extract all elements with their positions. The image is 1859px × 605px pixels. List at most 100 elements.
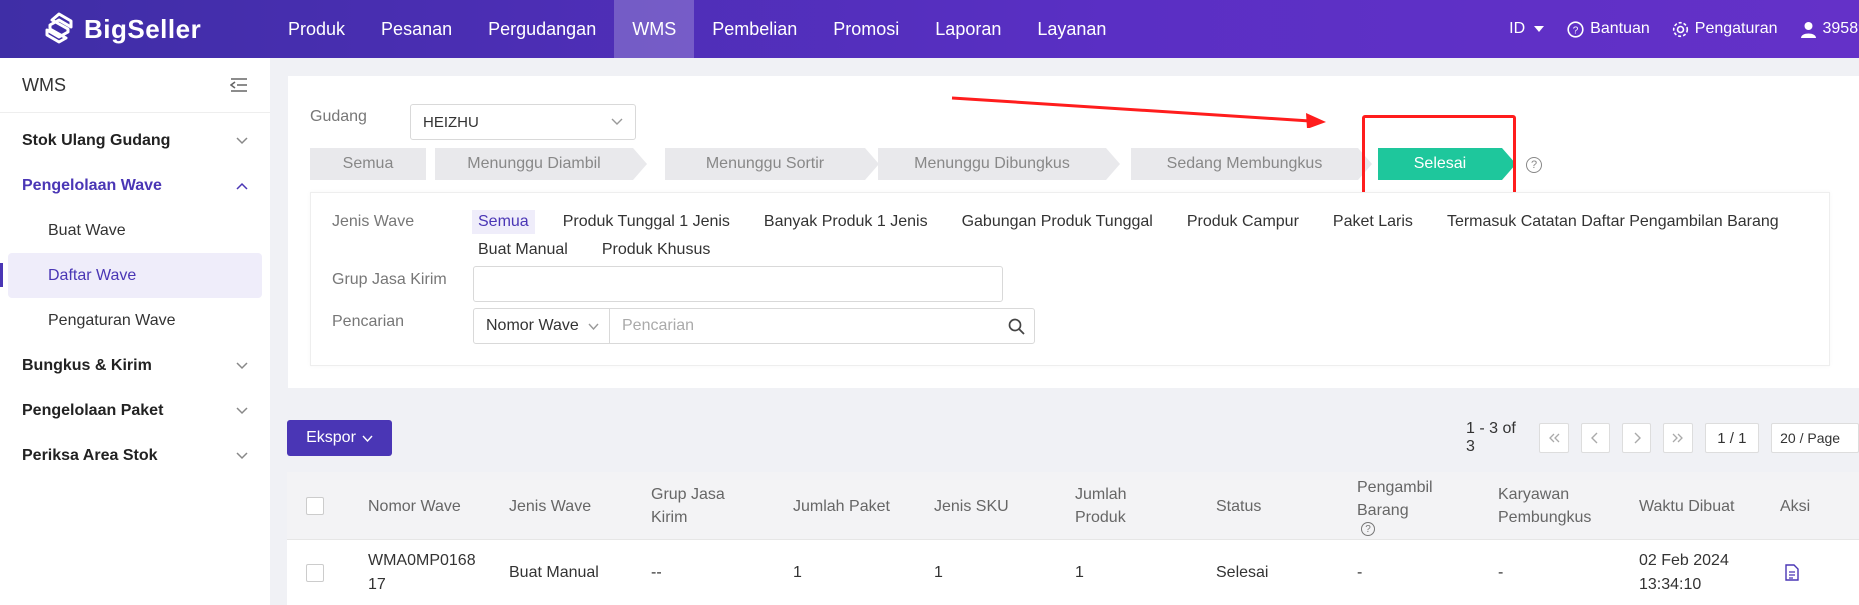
- collapse-menu-icon[interactable]: [230, 77, 248, 93]
- cell-karyawan-pembungkus: -: [1498, 563, 1504, 581]
- chevron-up-icon: [236, 182, 248, 190]
- page-size-value: 20 / Page: [1780, 430, 1841, 446]
- wave-type-semua[interactable]: Semua: [472, 210, 535, 234]
- wave-type-buat-manual[interactable]: Buat Manual: [472, 238, 574, 262]
- cell-nomor-wave[interactable]: WMA0MP016817: [368, 540, 483, 605]
- document-icon[interactable]: [1785, 564, 1799, 581]
- sidebar-item-buat-wave[interactable]: Buat Wave: [8, 208, 262, 253]
- bigseller-logo[interactable]: BigSeller: [44, 12, 264, 46]
- step-menunggu-sortir[interactable]: Menunggu Sortir: [665, 148, 879, 180]
- gear-icon: [1672, 21, 1688, 37]
- wave-type-produk-tunggal-1-jenis[interactable]: Produk Tunggal 1 Jenis: [557, 210, 736, 234]
- red-arrow-annotation: [951, 96, 1326, 128]
- help-icon[interactable]: ?: [1361, 522, 1375, 536]
- wave-table: Nomor Wave Jenis Wave Grup Jasa Kirim Ju…: [287, 472, 1859, 605]
- jenis-wave-label: Jenis Wave: [332, 213, 415, 230]
- search-icon: [1008, 318, 1025, 335]
- header-karyawan-pembungkus: Karyawan Pembungkus: [1498, 486, 1592, 526]
- help-link[interactable]: ? Bantuan: [1567, 20, 1650, 38]
- header-pengambil-barang-label: Pengambil Barang: [1357, 479, 1433, 519]
- nav-pesanan[interactable]: Pesanan: [363, 0, 470, 58]
- sidebar-item-stok-ulang-gudang[interactable]: Stok Ulang Gudang: [0, 118, 270, 163]
- nav-layanan[interactable]: Layanan: [1019, 0, 1124, 58]
- header-waktu-dibuat[interactable]: Waktu Dibuat: [1639, 472, 1749, 540]
- nav-pembelian[interactable]: Pembelian: [694, 0, 815, 58]
- nav-pergudangan[interactable]: Pergudangan: [470, 0, 614, 58]
- wave-type-termasuk-catatan[interactable]: Termasuk Catatan Daftar Pengambilan Bara…: [1441, 210, 1785, 234]
- wave-type-produk-khusus[interactable]: Produk Khusus: [596, 238, 717, 262]
- gudang-select[interactable]: HEIZHU: [410, 104, 636, 140]
- wave-type-gabungan-produk-tunggal[interactable]: Gabungan Produk Tunggal: [956, 210, 1159, 234]
- top-right-tools: ID ? Bantuan Pengaturan 39589: [1487, 0, 1859, 58]
- page-number-input[interactable]: 1 / 1: [1704, 423, 1760, 453]
- cell-jumlah-paket: 1: [793, 563, 802, 581]
- header-jumlah-produk[interactable]: Jumlah Produk: [1075, 472, 1165, 540]
- row-select-cell: [306, 540, 324, 605]
- select-all-cell: [306, 472, 324, 540]
- user-id: 39589: [1822, 20, 1859, 37]
- sidebar-item-pengelolaan-paket[interactable]: Pengelolaan Paket: [0, 388, 270, 433]
- row-checkbox[interactable]: [306, 563, 324, 582]
- wave-type-paket-laris[interactable]: Paket Laris: [1327, 210, 1419, 234]
- last-page-button[interactable]: [1663, 423, 1693, 453]
- step-label: Menunggu Diambil: [467, 155, 601, 172]
- cell-pengambil-barang: -: [1357, 563, 1363, 581]
- step-menunggu-diambil[interactable]: Menunggu Diambil: [435, 148, 647, 180]
- export-button[interactable]: Ekspor: [287, 420, 392, 456]
- cell-status: Selesai: [1216, 563, 1269, 581]
- page-size-select[interactable]: 20 / Page: [1771, 423, 1859, 453]
- chevron-down-icon: [611, 118, 623, 125]
- header-nomor-wave[interactable]: Nomor Wave: [368, 472, 478, 540]
- step-label: Semua: [342, 155, 394, 172]
- header-jumlah-paket[interactable]: Jumlah Paket: [793, 472, 903, 540]
- step-menunggu-dibungkus[interactable]: Menunggu Dibungkus: [878, 148, 1120, 180]
- header-grup-jasa-kirim: Grup Jasa Kirim: [651, 486, 725, 526]
- jenis-wave-options: Semua Produk Tunggal 1 Jenis Banyak Prod…: [472, 210, 1852, 262]
- search-field-select[interactable]: Nomor Wave: [474, 309, 610, 343]
- wave-type-produk-campur[interactable]: Produk Campur: [1181, 210, 1305, 234]
- search-input[interactable]: Pencarian: [610, 317, 998, 335]
- step-sedang-membungkus[interactable]: Sedang Membungkus: [1131, 148, 1372, 180]
- double-chevron-left-icon: [1549, 433, 1560, 443]
- chevron-down-icon: [236, 406, 248, 414]
- user-menu[interactable]: 39589: [1800, 20, 1859, 38]
- nav-promosi[interactable]: Promosi: [815, 0, 917, 58]
- sidebar-header: WMS: [0, 58, 270, 113]
- step-help-icon[interactable]: ?: [1526, 157, 1542, 173]
- search-button[interactable]: [998, 318, 1034, 335]
- main-nav: Produk Pesanan Pergudangan WMS Pembelian…: [270, 0, 1124, 58]
- wave-type-banyak-produk-1-jenis[interactable]: Banyak Produk 1 Jenis: [758, 210, 934, 234]
- caret-down-icon: [1534, 26, 1545, 32]
- chevron-down-icon: [588, 323, 599, 330]
- sidebar-group-label: Bungkus & Kirim: [22, 356, 152, 374]
- prev-page-button[interactable]: [1580, 423, 1611, 453]
- bigseller-logo-icon: [45, 12, 73, 44]
- select-all-checkbox[interactable]: [306, 497, 324, 515]
- grup-jasa-kirim-input[interactable]: [473, 266, 1003, 302]
- top-navbar: BigSeller Produk Pesanan Pergudangan WMS…: [0, 0, 1859, 58]
- sidebar-item-daftar-wave[interactable]: Daftar Wave: [0, 253, 262, 298]
- first-page-button[interactable]: [1539, 423, 1569, 453]
- language-selector[interactable]: ID: [1509, 20, 1545, 38]
- sidebar-group-label: Pengelolaan Paket: [22, 401, 164, 419]
- nav-laporan[interactable]: Laporan: [917, 0, 1019, 58]
- settings-link[interactable]: Pengaturan: [1672, 20, 1778, 38]
- cell-jenis-sku: 1: [934, 563, 943, 581]
- chevron-down-icon: [236, 451, 248, 459]
- next-page-button[interactable]: [1622, 423, 1652, 453]
- double-chevron-right-icon: [1672, 433, 1683, 443]
- step-semua[interactable]: Semua: [310, 148, 426, 180]
- sidebar-item-pengelolaan-wave[interactable]: Pengelolaan Wave: [0, 163, 270, 208]
- header-jenis-sku[interactable]: Jenis SKU: [934, 472, 1044, 540]
- cell-aksi: [1785, 540, 1799, 605]
- help-circle-icon: ?: [1567, 20, 1584, 38]
- brand-name: BigSeller: [84, 13, 202, 44]
- chevron-down-icon: [236, 136, 248, 144]
- sidebar-item-bungkus-kirim[interactable]: Bungkus & Kirim: [0, 343, 270, 388]
- sidebar-item-periksa-area-stok[interactable]: Periksa Area Stok: [0, 433, 270, 478]
- sidebar-item-pengaturan-wave[interactable]: Pengaturan Wave: [8, 298, 262, 343]
- grup-jasa-kirim-label: Grup Jasa Kirim: [332, 271, 447, 288]
- nav-wms[interactable]: WMS: [614, 0, 695, 58]
- gudang-value: HEIZHU: [423, 113, 479, 131]
- nav-produk[interactable]: Produk: [270, 0, 363, 58]
